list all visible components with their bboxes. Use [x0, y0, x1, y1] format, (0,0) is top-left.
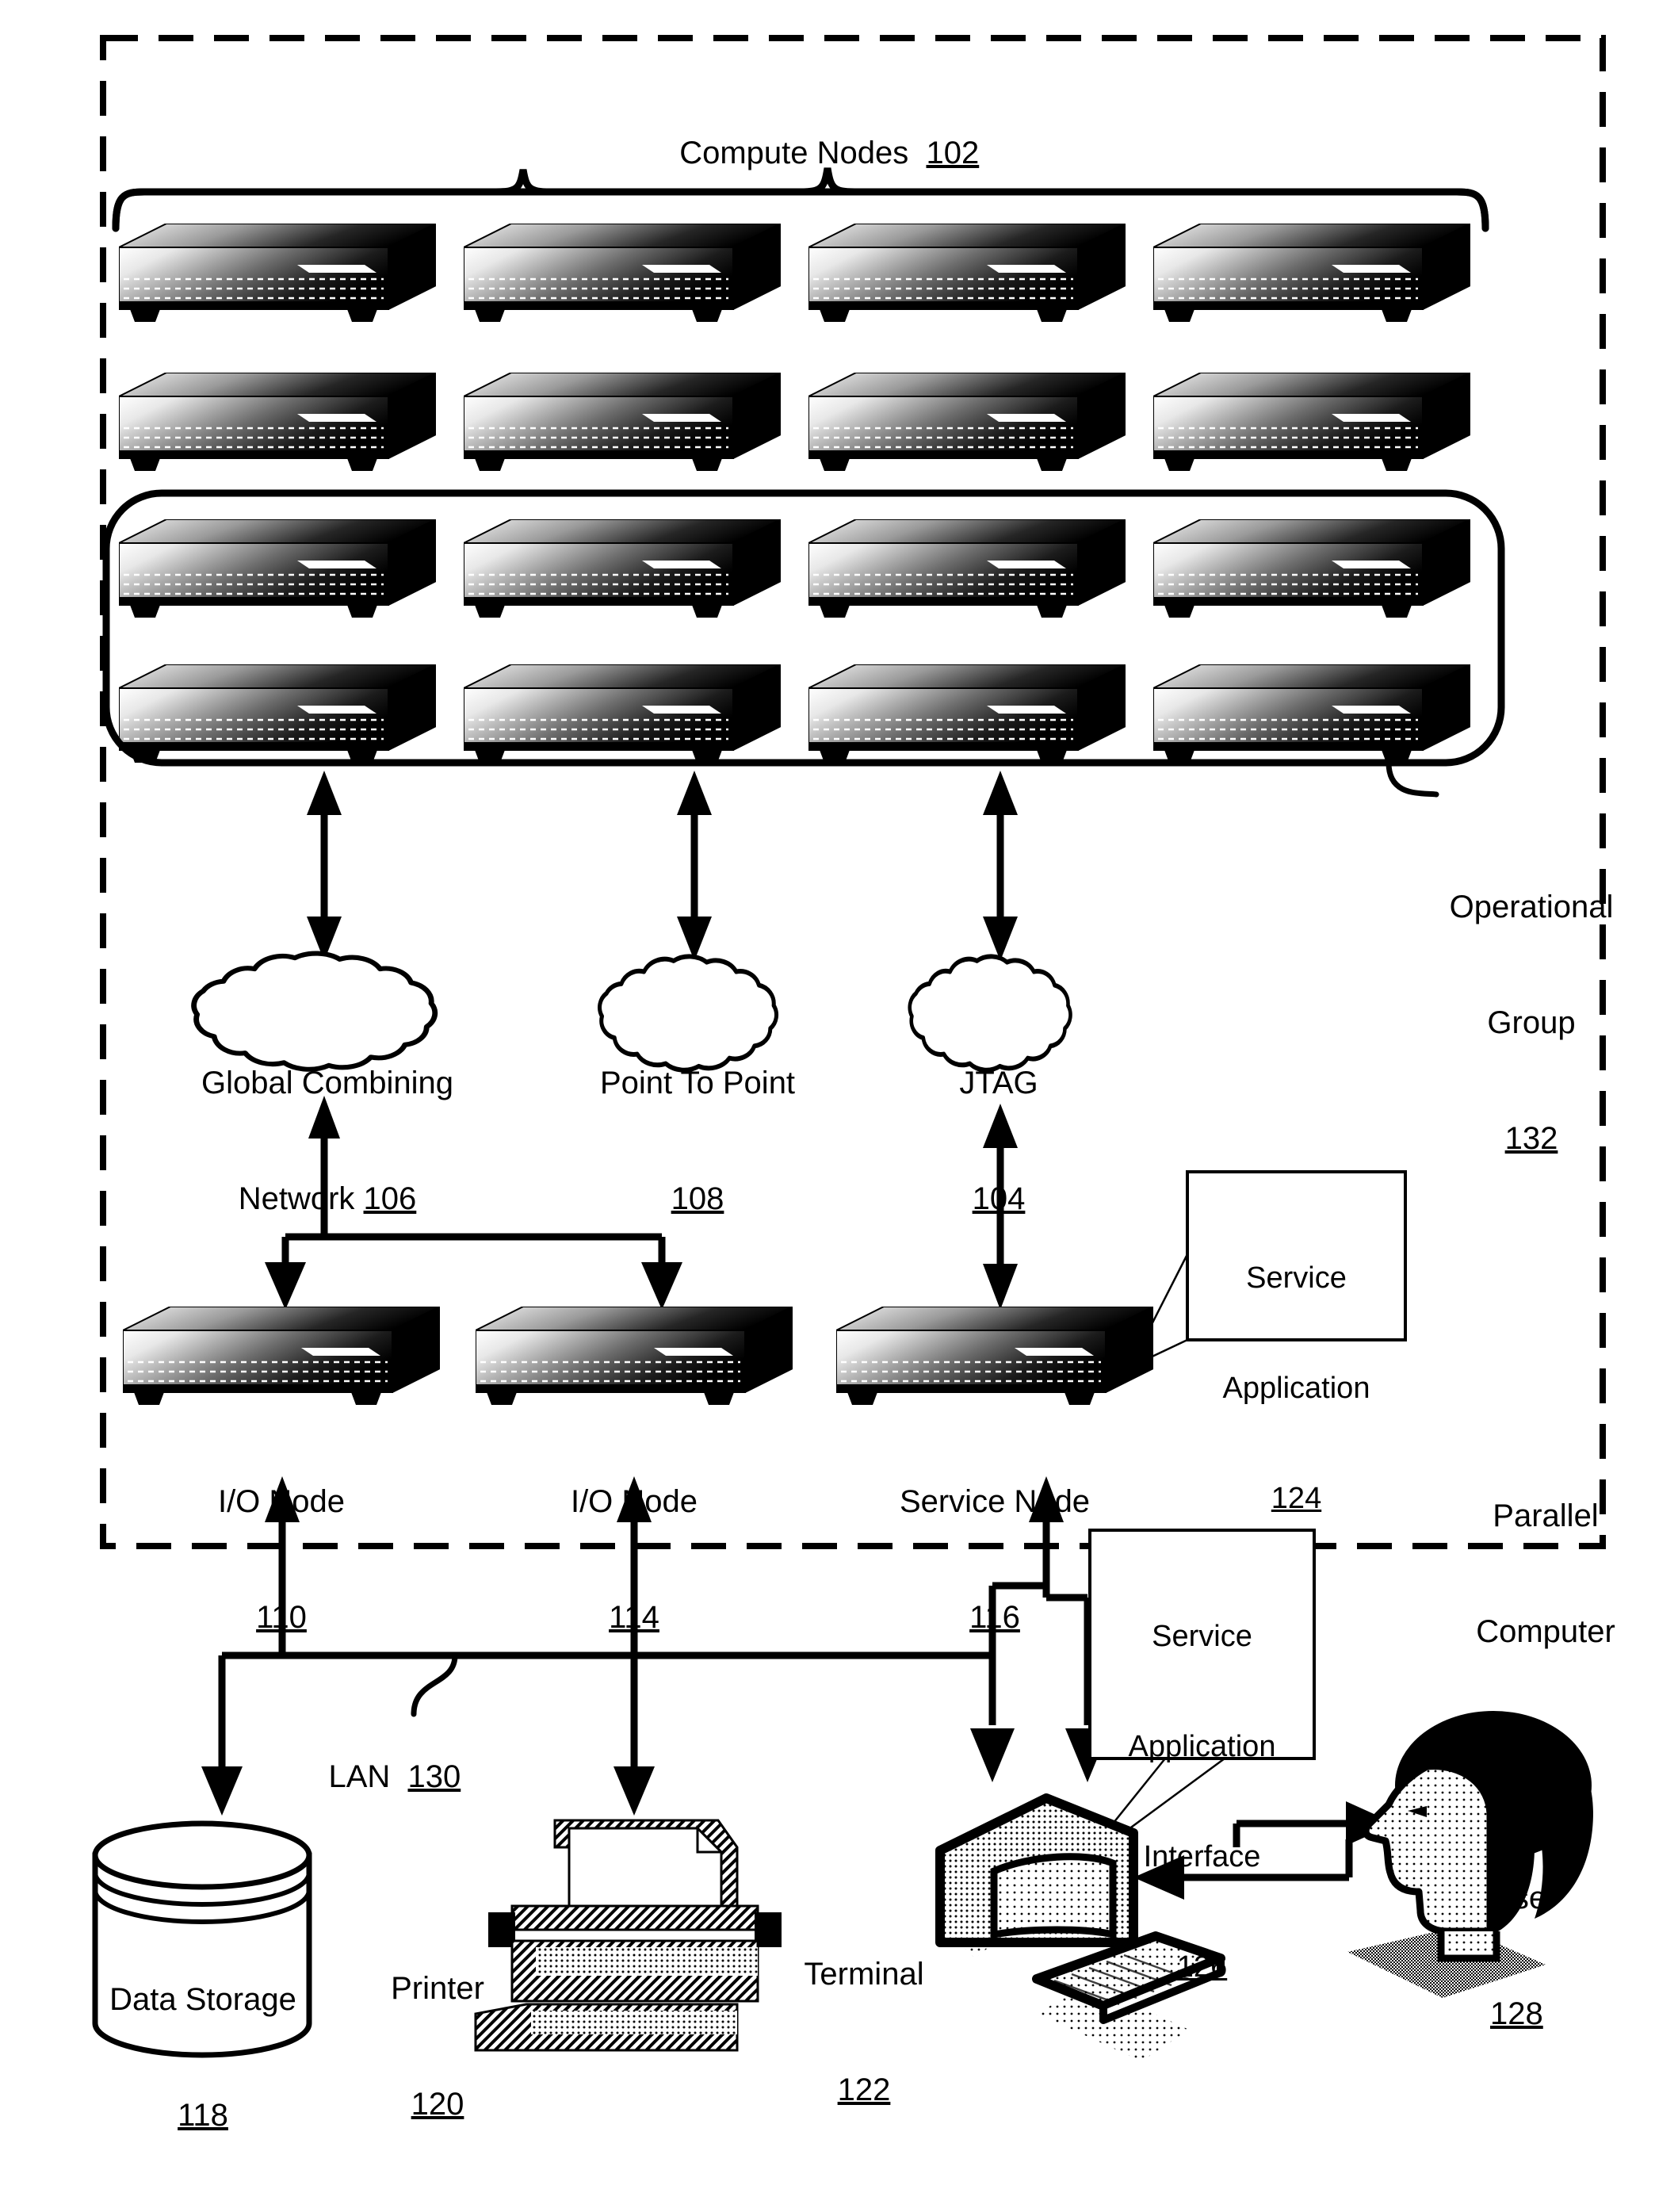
gcn-label-line2: Network: [238, 1181, 355, 1216]
parallel-computer-line2: Computer: [1476, 1613, 1615, 1649]
gcn-label-line1: Global Combining: [201, 1065, 453, 1100]
compute-node-icon: [1153, 519, 1470, 619]
io-node-114-icon: [476, 1307, 793, 1406]
service-application-interface-callout-label: Service Application Interface 126: [1090, 1544, 1314, 2059]
printer-ref: 120: [411, 2086, 464, 2122]
io-service-node-icons: [123, 1307, 1153, 1406]
operational-group-label-line2: Group: [1487, 1005, 1576, 1040]
compute-node-icon: [464, 373, 781, 473]
compute-nodes-label: Compute Nodes: [679, 135, 909, 170]
io-node-110-icon: [123, 1307, 440, 1406]
terminal-ref: 122: [837, 2072, 891, 2107]
service-application-line1: Service: [1246, 1261, 1347, 1295]
service-application-callout-label: Service Application 124: [1187, 1186, 1405, 1590]
io-node-110-label: I/O Node 110: [123, 1405, 440, 1714]
sai-ref: 126: [1176, 1950, 1228, 1984]
terminal-name: Terminal: [804, 1956, 924, 1992]
io-node-114-name: I/O Node: [570, 1483, 698, 1519]
compute-node-icon: [1153, 664, 1470, 764]
user-name: User: [1490, 1880, 1558, 1915]
p2p-label-line1: Point To Point: [599, 1065, 796, 1100]
jtag-network-label: JTAG 104: [880, 986, 1118, 1295]
io-node-110-ref: 110: [256, 1599, 307, 1635]
sai-line3: Interface: [1143, 1839, 1261, 1873]
compute-node-icon: [119, 373, 436, 473]
compute-node-icon: [808, 519, 1126, 619]
compute-node-icon: [464, 519, 781, 619]
data-storage-label: Data Storage 118: [94, 1903, 312, 2212]
global-combining-network-label: Global Combining Network 106: [149, 986, 506, 1295]
printer-label: Printer 120: [358, 1892, 517, 2201]
compute-node-icon: [808, 373, 1126, 473]
lan-ref: 130: [407, 1759, 461, 1794]
patent-figure: Compute Nodes 102 Operational Group 132 …: [0, 0, 1678, 2133]
compute-node-icon: [808, 224, 1126, 323]
compute-node-icon: [808, 664, 1126, 764]
jtag-label-line1: JTAG: [959, 1065, 1038, 1100]
parallel-computer-label: Parallel Computer 100: [1427, 1419, 1665, 1845]
operational-group-label-line1: Operational: [1449, 889, 1614, 924]
parallel-computer-ref: 100: [1519, 1730, 1573, 1766]
printer-icon: [474, 1819, 782, 2052]
data-storage-ref: 118: [178, 2097, 228, 2133]
group-to-network-arrows: [307, 771, 1018, 961]
compute-node-icon: [464, 224, 781, 323]
compute-node-icon: [119, 664, 436, 764]
user-label: User 128: [1490, 1801, 1649, 2111]
operational-group-ref: 132: [1504, 1121, 1558, 1157]
sai-line1: Service: [1152, 1619, 1252, 1653]
operational-group-label: Operational Group 132: [1397, 810, 1666, 1236]
parallel-computer-line1: Parallel: [1493, 1498, 1599, 1533]
lan-name: LAN: [328, 1759, 391, 1794]
io-node-110-name: I/O Node: [217, 1483, 346, 1519]
service-application-line2: Application: [1222, 1371, 1370, 1405]
lan-label: LAN 130: [293, 1719, 531, 1835]
user-ref: 128: [1490, 1996, 1543, 2031]
io-node-114-ref: 114: [609, 1599, 659, 1635]
page-title: Compute Nodes 102: [590, 95, 1034, 211]
compute-node-icon: [119, 224, 436, 323]
service-node-116-name: Service Node: [899, 1483, 1091, 1519]
gcn-ref: 106: [363, 1181, 417, 1216]
compute-node-icon: [119, 519, 436, 619]
compute-node-icon: [1153, 224, 1470, 323]
p2p-ref: 108: [671, 1181, 724, 1216]
service-node-116-icon: [836, 1307, 1153, 1406]
point-to-point-network-label: Point To Point 108: [567, 986, 828, 1295]
compute-nodes-ref: 102: [926, 135, 980, 170]
sai-line2: Application: [1128, 1729, 1276, 1763]
printer-name: Printer: [391, 1970, 484, 2006]
jtag-ref: 104: [972, 1181, 1026, 1216]
data-storage-name: Data Storage: [109, 1981, 296, 2017]
compute-node-icon: [464, 664, 781, 764]
io-node-114-label: I/O Node 114: [476, 1405, 793, 1714]
terminal-label: Terminal 122: [785, 1877, 943, 2187]
service-application-ref: 124: [1271, 1481, 1322, 1515]
compute-node-icon: [1153, 373, 1470, 473]
